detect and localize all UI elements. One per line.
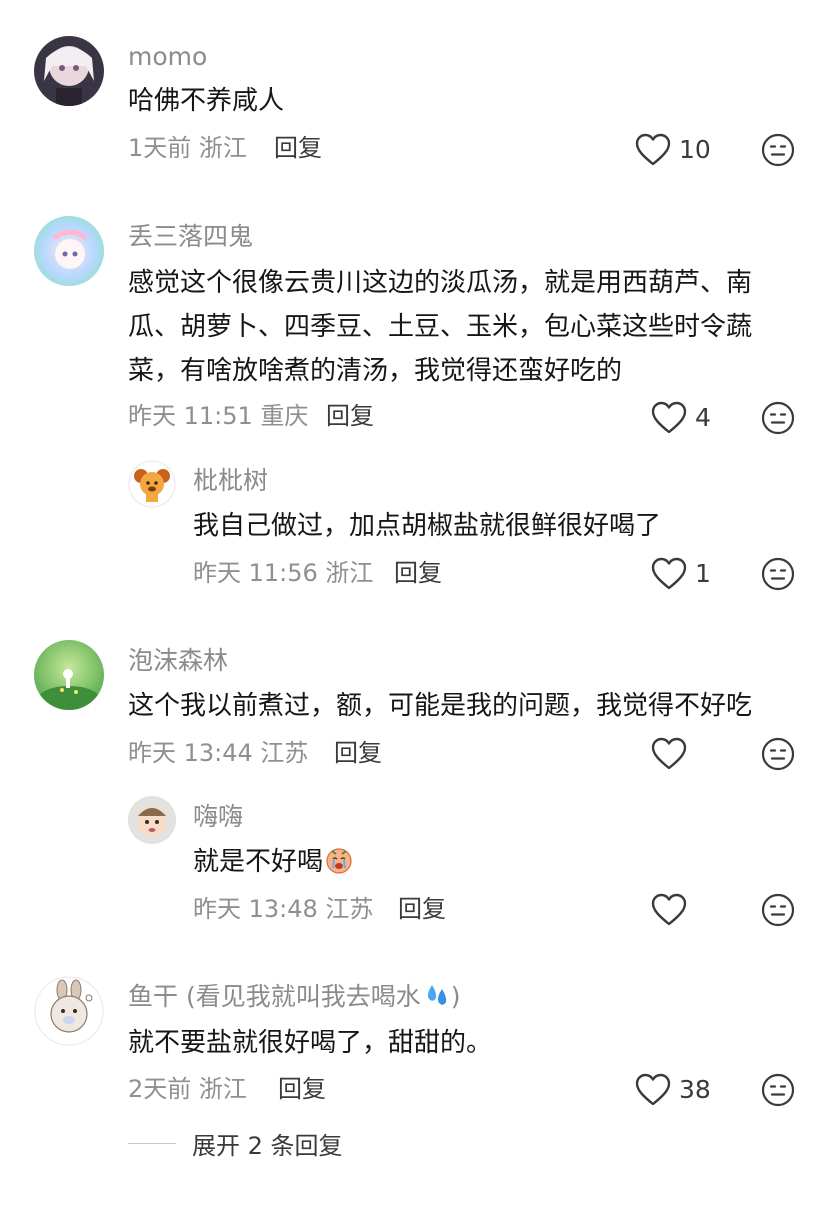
like-count: 10 (679, 135, 711, 164)
crying-face-emoji (325, 845, 353, 874)
dislike-button[interactable] (761, 401, 795, 435)
meh-face-icon (761, 737, 795, 771)
dislike-button[interactable] (761, 557, 795, 591)
heart-icon (651, 737, 687, 770)
sweat-droplets-emoji (423, 981, 451, 1009)
like-button[interactable]: 1 (651, 554, 711, 594)
like-count: 1 (695, 559, 711, 588)
comment-meta: 昨天 11:51 重庆 (128, 402, 309, 430)
reply-username[interactable]: 枇枇树 (193, 464, 268, 498)
expand-replies-label: 展开 2 条回复 (192, 1131, 343, 1160)
reply-meta: 昨天 13:48 江苏 (193, 895, 374, 923)
heart-icon (635, 133, 671, 166)
reply-button[interactable]: 回复 (398, 893, 446, 925)
comment-text: 这个我以前煮过，额，可能是我的问题，我觉得不好吃 (128, 691, 753, 721)
meh-face-icon (761, 557, 795, 591)
dislike-button[interactable] (761, 737, 795, 771)
reply-meta: 昨天 11:56 浙江 (193, 559, 374, 587)
comment-text: 就不要盐就很好喝了，甜甜的。 (128, 1028, 493, 1058)
reply-text: 我自己做过，加点胡椒盐就很鲜很好喝了 (193, 511, 662, 541)
heart-icon (651, 557, 687, 590)
comment-text: 瓜、胡萝卜、四季豆、土豆、玉米，包心菜这些时令蔬 (128, 312, 753, 342)
comment-username[interactable]: momo (128, 40, 207, 74)
avatar[interactable] (34, 216, 104, 286)
username-text: 鱼干 (看见我就叫我去喝水 (128, 982, 421, 1011)
comment-meta: 昨天 13:44 江苏 (128, 739, 309, 767)
meh-face-icon (761, 893, 795, 927)
reply-text-body: 就是不好喝 (193, 847, 324, 877)
comment-username[interactable]: 鱼干 (看见我就叫我去喝水) (128, 980, 460, 1014)
comment-username[interactable]: 丢三落四鬼 (128, 220, 253, 254)
comment-meta: 1天前 浙江 (128, 134, 247, 162)
avatar[interactable] (128, 796, 176, 844)
avatar[interactable] (128, 460, 176, 508)
reply-button[interactable]: 回复 (278, 1073, 326, 1105)
comment-text: 哈佛不养咸人 (128, 86, 285, 116)
avatar[interactable] (34, 640, 104, 710)
reply-text: 就是不好喝 (193, 841, 353, 884)
comment-username[interactable]: 泡沫森林 (128, 644, 228, 678)
avatar[interactable] (34, 36, 104, 106)
like-button[interactable] (651, 734, 695, 774)
reply-button[interactable]: 回复 (334, 737, 382, 769)
dislike-button[interactable] (761, 1073, 795, 1107)
like-button[interactable]: 10 (635, 130, 711, 170)
comment-text: 菜，有啥放啥煮的清汤，我觉得还蛮好吃的 (128, 356, 623, 386)
reply-button[interactable]: 回复 (326, 400, 374, 432)
reply-button[interactable]: 回复 (274, 132, 322, 164)
meh-face-icon (761, 1073, 795, 1107)
comment-meta: 2天前 浙江 (128, 1075, 247, 1103)
reply-username[interactable]: 嗨嗨 (193, 800, 243, 834)
comment-text: 感觉这个很像云贵川这边的淡瓜汤，就是用西葫芦、南 (128, 268, 753, 298)
like-button[interactable]: 4 (651, 398, 711, 438)
avatar[interactable] (34, 976, 104, 1046)
divider-line (128, 1142, 176, 1144)
username-suffix: ) (450, 982, 461, 1011)
dislike-button[interactable] (761, 893, 795, 927)
heart-icon (635, 1073, 671, 1106)
expand-replies-button[interactable]: 展开 2 条回复 (128, 1127, 343, 1160)
meh-face-icon (761, 401, 795, 435)
heart-icon (651, 893, 687, 926)
like-count: 4 (695, 403, 711, 432)
like-count: 38 (679, 1075, 711, 1104)
dislike-button[interactable] (761, 133, 795, 167)
like-button[interactable]: 38 (635, 1070, 711, 1110)
heart-icon (651, 401, 687, 434)
like-button[interactable] (651, 890, 695, 930)
reply-button[interactable]: 回复 (394, 557, 442, 589)
meh-face-icon (761, 133, 795, 167)
